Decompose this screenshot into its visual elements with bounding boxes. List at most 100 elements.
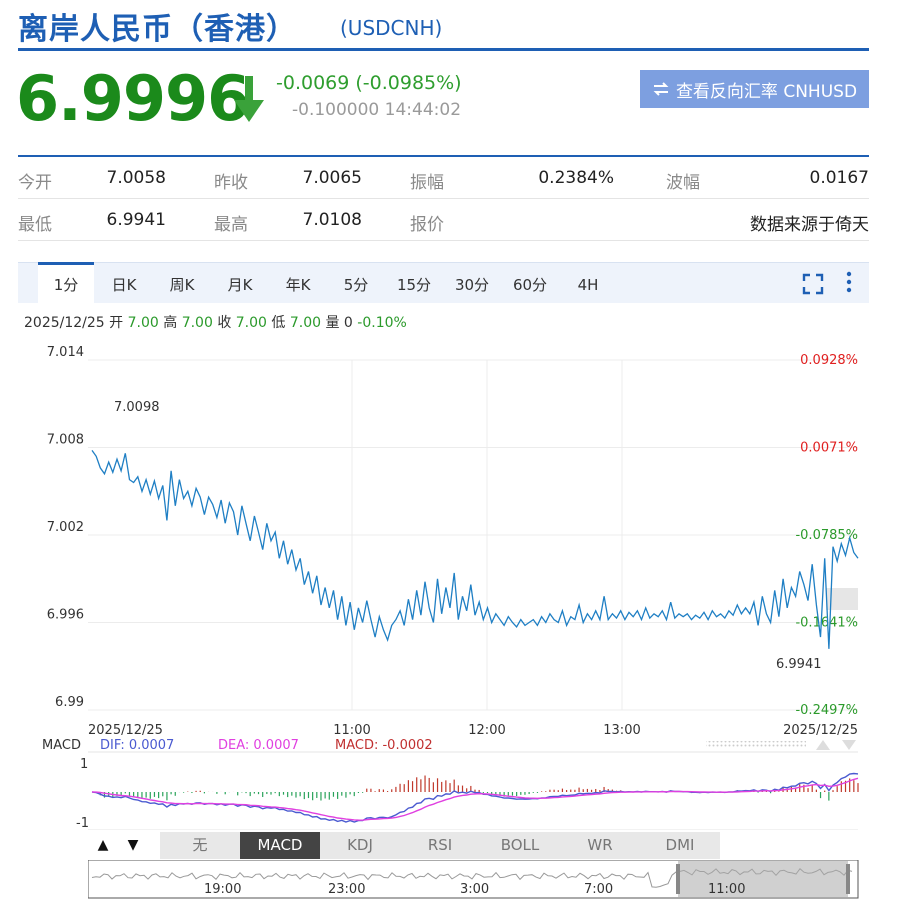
price-chart[interactable]: 7.014 7.008 7.002 6.996 6.99 0.0928% 0.0071% -…: [0, 340, 900, 830]
ohlc-high: 7.00: [181, 315, 213, 331]
macd-bar: [374, 791, 376, 792]
navigator-handle-left[interactable]: [676, 864, 680, 894]
tab-monthly-k[interactable]: 月K: [216, 263, 264, 303]
indicator-none[interactable]: 无: [160, 832, 241, 859]
nav-label-19: 19:00: [204, 882, 241, 897]
indicator-macd[interactable]: MACD: [240, 832, 321, 859]
macd-bar: [386, 791, 389, 792]
tab-5min[interactable]: 5分: [332, 263, 380, 303]
macd-bar: [578, 787, 580, 792]
tab-30min[interactable]: 30分: [448, 263, 496, 303]
navigator-selection[interactable]: [678, 861, 848, 897]
macd-bar: [328, 792, 330, 800]
more-vertical-icon[interactable]: [846, 271, 852, 299]
macd-bar: [457, 785, 459, 792]
macd-bar: [778, 791, 780, 792]
macd-bar: [416, 777, 418, 792]
macd-bar: [582, 789, 584, 792]
indicator-dmi[interactable]: DMI: [640, 832, 721, 859]
move-up-icon[interactable]: ▲: [88, 832, 118, 859]
nav-label-3: 3:00: [460, 882, 489, 897]
tab-weekly-k[interactable]: 周K: [158, 263, 206, 303]
ohlc-vol: 0: [343, 315, 353, 331]
macd-bar: [195, 790, 197, 792]
fullscreen-icon[interactable]: [802, 273, 824, 299]
macd-bar: [324, 792, 326, 799]
macd-bar: [170, 792, 172, 795]
macd-bar: [341, 792, 343, 796]
macd-bar: [337, 792, 339, 799]
tab-4h[interactable]: 4H: [564, 263, 612, 303]
indicator-boll[interactable]: BOLL: [480, 832, 561, 859]
move-down-icon[interactable]: ▼: [118, 832, 148, 859]
macd-bar: [237, 792, 239, 796]
macd-bar: [511, 792, 514, 796]
indicator-rsi[interactable]: RSI: [400, 832, 481, 859]
tab-1min[interactable]: 1分: [38, 262, 94, 305]
quote-time-info: -0.100000 14:44:02: [292, 100, 462, 120]
tab-daily-k[interactable]: 日K: [100, 263, 148, 303]
macd-bar: [815, 789, 817, 792]
stat-label-low: 最低: [18, 215, 52, 235]
scroll-down-icon[interactable]: [842, 740, 856, 750]
macd-histogram: [95, 775, 859, 801]
indicator-kdj[interactable]: KDJ: [320, 832, 401, 859]
stats-row-1: 今开 7.0058 昨收 7.0065 振幅 0.2384% 波幅 0.0167: [18, 157, 869, 198]
macd-bar: [191, 792, 193, 794]
macd-bar: [407, 780, 409, 792]
macd-bar: [424, 775, 426, 792]
macd-bar: [819, 792, 822, 799]
y-tick-label: 7.002: [47, 520, 84, 535]
macd-bar: [366, 788, 368, 792]
macd-bar: [282, 792, 285, 795]
time-navigator[interactable]: 19:00 23:00 3:00 7:00 11:00: [88, 860, 860, 900]
macd-bar: [182, 792, 185, 793]
macd-bar: [595, 788, 597, 792]
macd-bar: [153, 792, 156, 797]
pct-tick-label: 0.0071%: [800, 441, 858, 456]
ohlc-pct: -0.10%: [357, 315, 407, 331]
macd-bar: [590, 789, 593, 792]
ohlc-open-label: 开: [109, 315, 124, 331]
macd-bar: [266, 792, 268, 795]
macd-bar: [524, 792, 526, 795]
macd-bar: [532, 792, 534, 793]
scroll-up-icon[interactable]: [816, 740, 830, 750]
navigator-handle-right[interactable]: [846, 864, 850, 894]
tab-yearly-k[interactable]: 年K: [274, 263, 322, 303]
macd-bar: [428, 777, 430, 792]
symbol-code: (USDCNH): [340, 16, 443, 40]
macd-bar: [291, 792, 293, 796]
macd-bar: [203, 792, 206, 794]
macd-bar: [478, 789, 480, 792]
macd-bar: [799, 784, 801, 792]
macd-bar: [549, 789, 551, 792]
macd-bar: [278, 792, 280, 797]
y-tick-label: 6.99: [55, 695, 84, 710]
macd-bar: [449, 783, 451, 792]
pct-tick-label: -0.2497%: [795, 703, 858, 718]
ohlc-low: 7.00: [289, 315, 322, 331]
indicator-wr[interactable]: WR: [560, 832, 641, 859]
macd-bar: [224, 792, 226, 795]
macd-bar: [312, 792, 314, 801]
macd-bar: [399, 783, 401, 792]
macd-bar: [287, 792, 289, 798]
macd-bar: [486, 792, 489, 793]
stat-value-low: 6.9941: [106, 210, 166, 230]
macd-bar: [599, 790, 601, 792]
tab-15min[interactable]: 15分: [390, 263, 438, 303]
tab-60min[interactable]: 60分: [506, 263, 554, 303]
stat-value-amplitude: 0.2384%: [538, 168, 614, 188]
macd-bar: [124, 792, 126, 794]
high-point-label: 7.0098: [114, 400, 160, 415]
macd-bar: [461, 785, 464, 792]
macd-bar: [420, 779, 422, 792]
stat-label-amplitude: 振幅: [410, 173, 444, 193]
pct-tick-label: -0.1641%: [795, 616, 858, 631]
macd-bar: [257, 792, 260, 795]
macd-bar: [545, 791, 547, 792]
reverse-rate-button[interactable]: 查看反向汇率 CNHUSD: [640, 70, 869, 108]
macd-bar: [857, 783, 859, 792]
x-tick-label: 2025/12/25: [88, 723, 163, 738]
